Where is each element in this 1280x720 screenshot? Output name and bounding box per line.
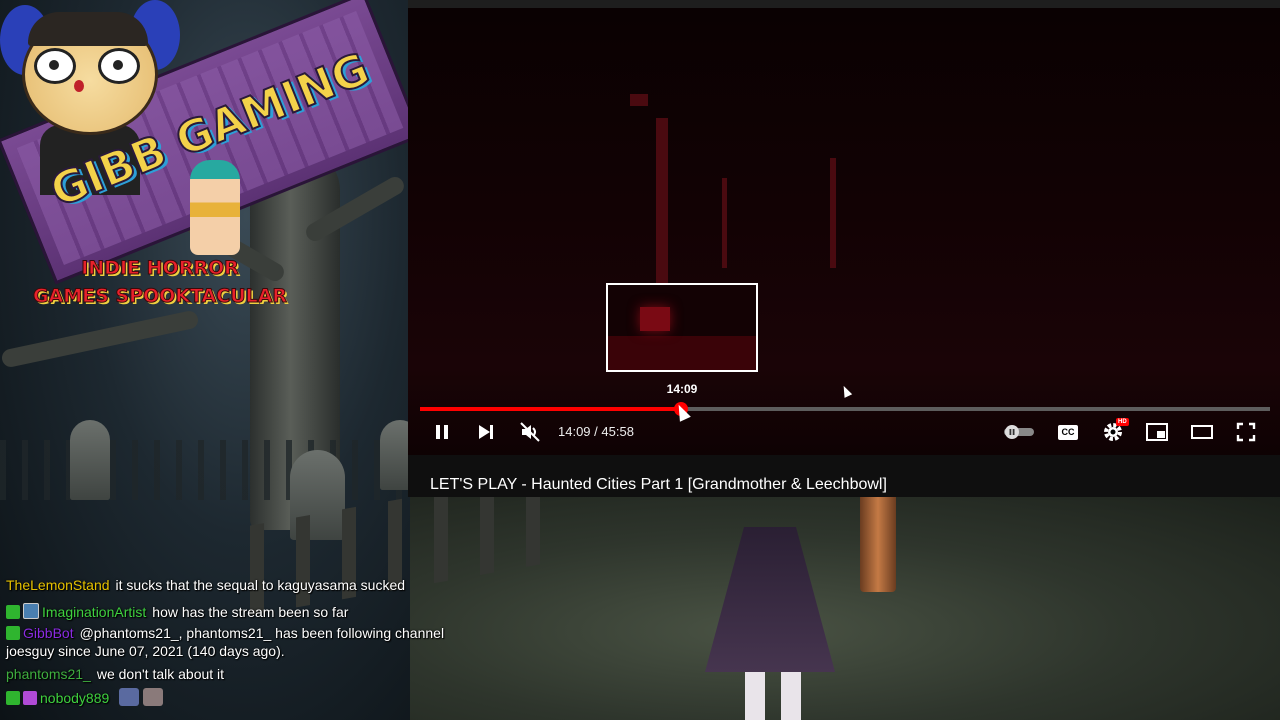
chat-text: we don't talk about it [96,666,225,682]
character-leg [781,672,801,720]
prime-badge-icon [23,691,37,705]
pause-button[interactable] [430,420,454,444]
theater-mode-button[interactable] [1190,420,1214,444]
game-character [705,497,835,720]
chat-overlay: TheLemonStand it sucks that the sequal to… [0,577,520,720]
next-button[interactable] [474,420,498,444]
scene-pole [656,118,668,288]
miniplayer-icon [1146,423,1168,441]
fullscreen-button[interactable] [1234,420,1258,444]
seek-preview-time: 14:09 [666,382,698,396]
mascot-eye-left [34,48,76,84]
logo-subtitle-line2: GAMES SPOOKTACULAR [32,285,288,308]
skip-next-icon [479,425,493,439]
channel-logo: GIBB GAMING INDIE HORROR GAMES SPOOKTACU… [0,0,423,320]
chat-username[interactable]: TheLemonStand [6,577,110,593]
current-time: 14:09 [558,424,591,439]
check-badge-icon [6,691,20,705]
chat-emote-icon [119,688,140,706]
chat-text: how has the stream been so far [152,604,349,620]
chat-username[interactable]: ImaginationArtist [42,604,146,620]
chat-message: joesguy since June 07, 2021 (140 days ag… [6,643,285,659]
chat-username[interactable]: phantoms21_ [6,666,91,682]
chat-text: @phantoms21_, phantoms21_ has been follo… [79,625,445,641]
player-top-bar [408,0,1280,8]
chat-message: TheLemonStand it sucks that the sequal to… [6,577,405,593]
seek-preview-thumbnail [606,283,758,372]
mute-button[interactable] [518,420,542,444]
pause-icon [436,425,448,439]
mascot-hat [28,12,148,46]
scene-pole [830,158,836,268]
tombstone [70,420,110,500]
video-title[interactable]: LET'S PLAY - Haunted Cities Part 1 [Gran… [430,476,887,494]
time-display: 14:09 / 45:58 [558,424,634,439]
check-badge-icon [6,626,20,640]
autoplay-toggle[interactable] [1002,420,1036,444]
miniplayer-button[interactable] [1145,420,1169,444]
progress-played [420,407,681,411]
scene-pole [630,94,648,106]
chat-message: GibbBot @phantoms21_, phantoms21_ has bee… [6,625,444,641]
progress-bar[interactable] [420,402,1270,416]
character-dress [705,527,835,672]
chat-username[interactable]: nobody889 [40,690,109,706]
chat-text: joesguy since June 07, 2021 (140 days ag… [6,643,285,659]
chat-message: ImaginationArtist how has the stream been… [6,603,348,620]
pinup-character [190,160,240,255]
logo-subtitle-line1: INDIE HORROR [81,257,240,280]
autoplay-toggle-icon [1004,425,1034,439]
captions-button[interactable]: CC [1056,420,1080,444]
total-duration: 45:58 [601,424,634,439]
scene-pole [722,178,727,268]
wooden-post [860,497,896,592]
chat-username[interactable]: GibbBot [23,625,74,641]
chat-message: nobody889 [6,688,164,706]
sub-badge-icon [23,603,39,619]
volume-muted-icon [520,422,540,442]
chat-text: it sucks that the sequal to kaguyasama s… [115,577,406,593]
time-separator: / [590,424,602,439]
settings-button[interactable]: HD [1100,418,1129,444]
game-scene [410,497,1280,720]
theater-mode-icon [1191,425,1213,439]
captions-icon: CC [1058,424,1078,440]
check-badge-icon [6,605,20,619]
hd-badge: HD [1116,418,1129,426]
character-leg [745,672,765,720]
chat-message: phantoms21_ we don't talk about it [6,666,224,682]
mascot-eye-right [98,48,140,84]
fullscreen-icon [1236,422,1256,442]
chat-emote-icon [143,688,164,706]
iron-fence [0,440,410,500]
mascot-nose [74,80,84,92]
preview-house [640,307,670,331]
